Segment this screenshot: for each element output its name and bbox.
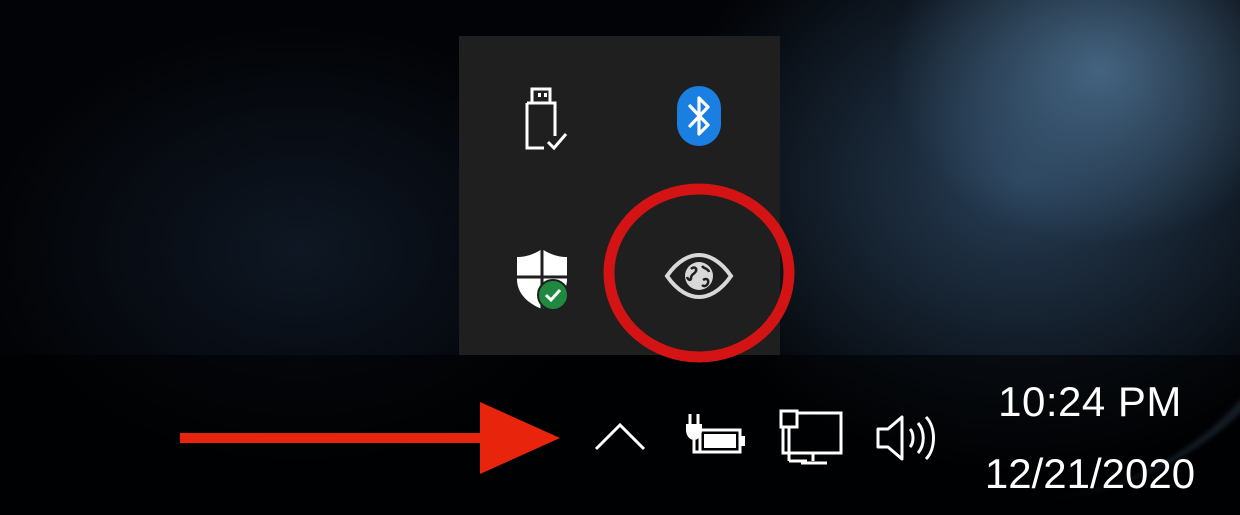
network-wired-icon[interactable] [775,408,850,468]
bluetooth-icon[interactable] [669,81,729,151]
clock-time: 10:24 PM [998,378,1182,425]
windows-security-icon[interactable] [504,241,579,316]
volume-icon[interactable] [870,405,945,470]
usb-safely-remove-icon[interactable] [509,81,579,156]
clock-date: 12/21/2020 [984,450,1196,497]
eye-globe-icon[interactable] [659,246,739,306]
hidden-icons-flyout [459,36,780,355]
desktop-screenshot: 10:24 PM 12/21/2020 [0,0,1240,515]
taskbar-clock[interactable]: 10:24 PM 12/21/2020 [960,370,1220,510]
battery-charging-icon[interactable] [680,410,750,460]
show-hidden-icons-chevron[interactable] [590,410,650,460]
